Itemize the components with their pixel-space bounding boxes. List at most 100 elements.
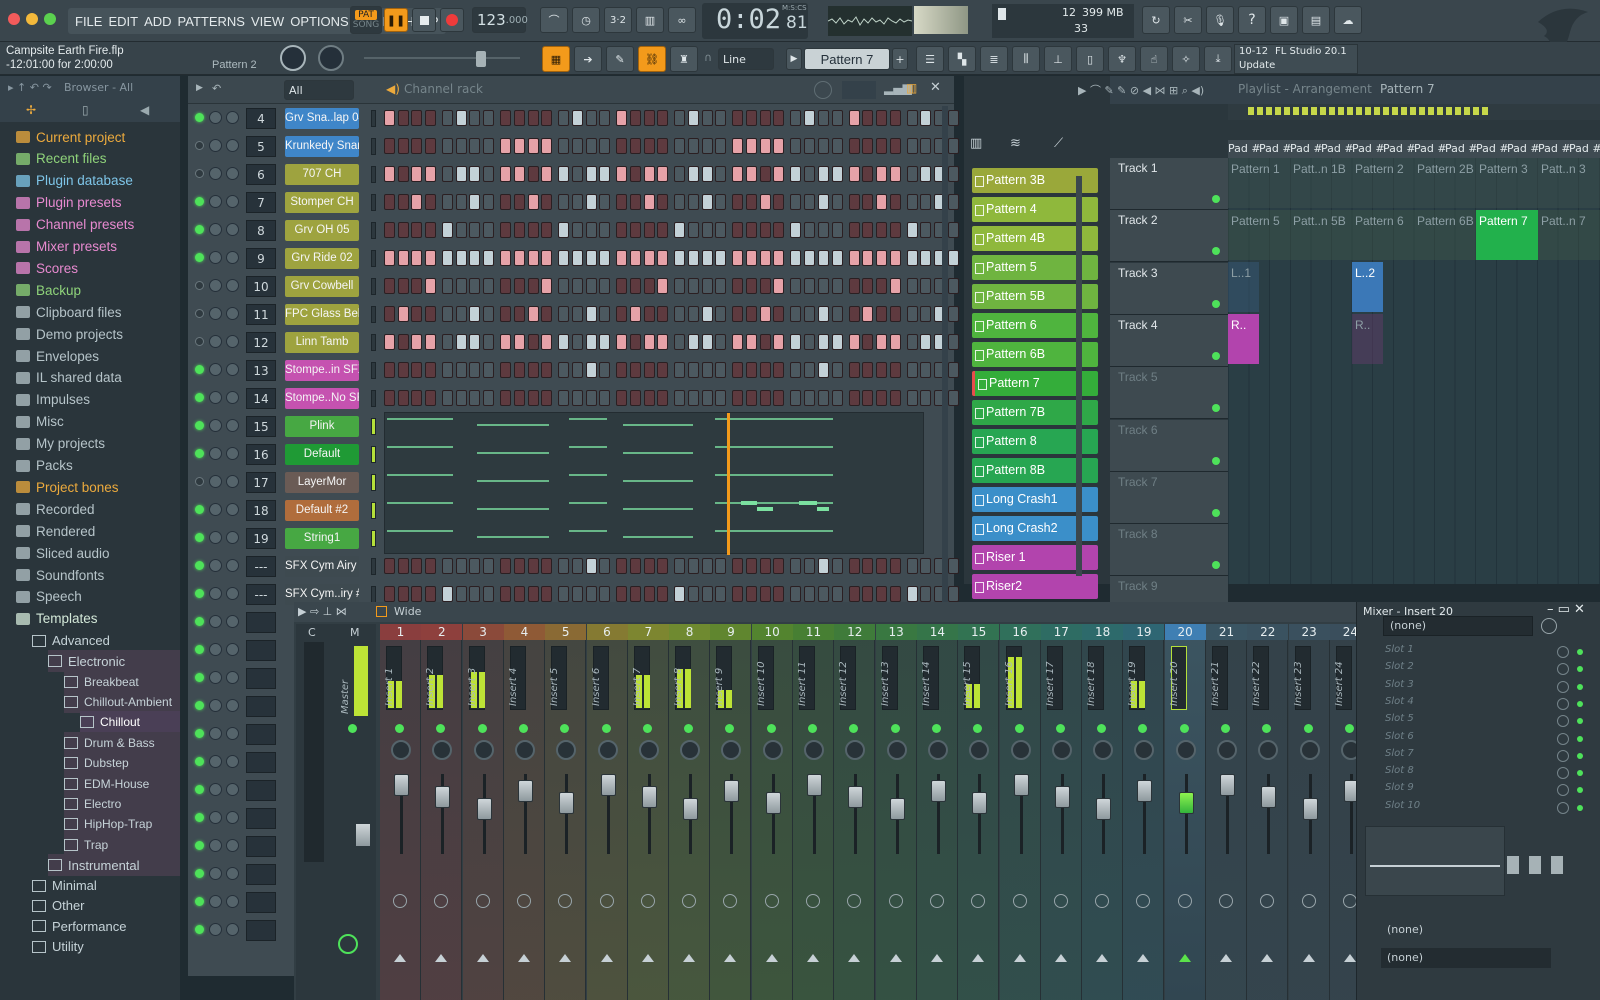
channel-name-button[interactable]: SFX Cym Airy #2 [285, 556, 359, 577]
mixer-strip-clock-icon[interactable] [1301, 894, 1316, 908]
step-button[interactable] [483, 194, 495, 210]
step-button[interactable] [500, 362, 512, 378]
step-button[interactable] [848, 278, 860, 294]
channel-select-bar[interactable] [371, 362, 376, 379]
browser-item[interactable]: Misc [16, 411, 64, 433]
step-button[interactable] [746, 166, 758, 182]
channel-pan-knob[interactable] [226, 839, 239, 852]
channel-select-bar[interactable] [371, 110, 376, 127]
step-button[interactable] [527, 166, 539, 182]
fx-slot-mix-knob[interactable] [1557, 784, 1569, 797]
channel-volume-knob[interactable] [209, 503, 222, 516]
step-button[interactable] [585, 362, 597, 378]
channel-select-bar[interactable] [371, 138, 376, 155]
browser-item[interactable]: Packs [16, 455, 73, 477]
step-button[interactable] [616, 222, 628, 238]
fx-slot[interactable]: Slot 3 [1367, 679, 1587, 696]
step-button[interactable] [469, 222, 481, 238]
template-item[interactable]: Drum & Bass [64, 731, 180, 754]
channel-mute-led[interactable] [195, 169, 204, 178]
channel-volume-knob[interactable] [209, 783, 222, 796]
step-button[interactable] [599, 166, 611, 182]
channel-volume-knob[interactable] [209, 727, 222, 740]
step-button[interactable] [397, 138, 409, 154]
mixer-strip-route-arrow-icon[interactable] [1261, 954, 1274, 962]
mixer-strip-pan-knob[interactable] [721, 740, 742, 760]
step-button[interactable] [469, 194, 481, 210]
mixer-strip-fader[interactable] [683, 798, 699, 820]
step-button[interactable] [571, 166, 583, 182]
channel-pan-knob[interactable] [226, 475, 239, 488]
step-button[interactable] [759, 306, 771, 322]
step-button[interactable] [746, 222, 758, 238]
step-button[interactable] [442, 250, 454, 266]
mixer-strip-fader[interactable] [930, 780, 946, 802]
step-button[interactable] [862, 586, 874, 602]
channel-volume-knob[interactable] [209, 391, 222, 404]
step-button[interactable] [513, 166, 525, 182]
step-button[interactable] [947, 558, 959, 574]
step-button[interactable] [411, 306, 423, 322]
channel-mute-led[interactable] [195, 197, 204, 206]
fx-slot-led[interactable] [1577, 700, 1583, 707]
step-button[interactable] [397, 110, 409, 126]
step-button[interactable] [674, 138, 686, 154]
template-item[interactable]: Minimal [32, 875, 97, 897]
step-button[interactable] [629, 586, 641, 602]
mixer-strip[interactable]: 20 Insert 20 [1164, 624, 1206, 1000]
channel-name-button[interactable]: Default [285, 444, 359, 465]
channel-mute-led[interactable] [195, 701, 204, 710]
channel-mixer-track[interactable]: 14 [246, 388, 276, 409]
step-button[interactable] [513, 110, 525, 126]
mixer-strip-fader[interactable] [724, 780, 740, 802]
step-button[interactable] [875, 138, 887, 154]
channel-pan-knob[interactable] [226, 391, 239, 404]
channel-volume-knob[interactable] [209, 587, 222, 600]
step-button[interactable] [715, 362, 727, 378]
step-button[interactable] [629, 222, 641, 238]
mixer-strip-clock-icon[interactable] [929, 894, 944, 908]
step-button[interactable] [513, 558, 525, 574]
step-button[interactable] [599, 138, 611, 154]
step-button[interactable] [599, 194, 611, 210]
step-button[interactable] [425, 390, 437, 406]
step-button[interactable] [397, 194, 409, 210]
step-button[interactable] [790, 390, 802, 406]
step-button[interactable] [773, 222, 785, 238]
step-button[interactable] [701, 586, 713, 602]
step-button[interactable] [759, 250, 771, 266]
playlist-clip[interactable]: Pattern 6B [1414, 210, 1476, 260]
step-button[interactable] [831, 334, 843, 350]
channel-mute-led[interactable] [195, 253, 204, 262]
step-button[interactable] [875, 194, 887, 210]
playlist-grid[interactable]: Pattern 1 Patt..n 1B Pattern 2 Pattern 2B Pa… [1228, 158, 1600, 584]
channel-volume-knob[interactable] [209, 867, 222, 880]
step-button[interactable] [688, 222, 699, 238]
fx-slot[interactable]: Slot 6 [1367, 731, 1587, 748]
step-button[interactable] [411, 586, 423, 602]
mixer-strip-pan-knob[interactable] [638, 740, 659, 760]
step-button[interactable] [773, 586, 785, 602]
step-button[interactable] [455, 586, 467, 602]
eq-band-fader-3[interactable] [1551, 856, 1563, 874]
plugin-picker-button[interactable]: ⊥ [1044, 46, 1072, 72]
step-button[interactable] [715, 278, 727, 294]
pattern-item[interactable]: Riser2 [972, 574, 1098, 599]
mixer-strip-route-arrow-icon[interactable] [848, 954, 861, 962]
step-button[interactable] [599, 362, 611, 378]
step-button[interactable] [541, 250, 553, 266]
step-button[interactable] [773, 334, 785, 350]
browser-item[interactable]: Plugin database [16, 170, 133, 192]
fx-slot-led[interactable] [1577, 770, 1583, 777]
mixer-strip-route-arrow-icon[interactable] [1220, 954, 1232, 962]
mixer-strip-pan-knob[interactable] [1093, 740, 1114, 760]
master-led[interactable] [348, 724, 357, 733]
step-button[interactable] [384, 334, 395, 350]
step-button[interactable] [469, 306, 481, 322]
browser-item[interactable]: Current project [16, 126, 125, 148]
step-button[interactable] [629, 110, 641, 126]
mixer-strip-clock-icon[interactable] [1260, 894, 1275, 908]
track-led[interactable] [1212, 299, 1220, 308]
step-button[interactable] [483, 334, 495, 350]
channel-volume-knob[interactable] [209, 699, 222, 712]
